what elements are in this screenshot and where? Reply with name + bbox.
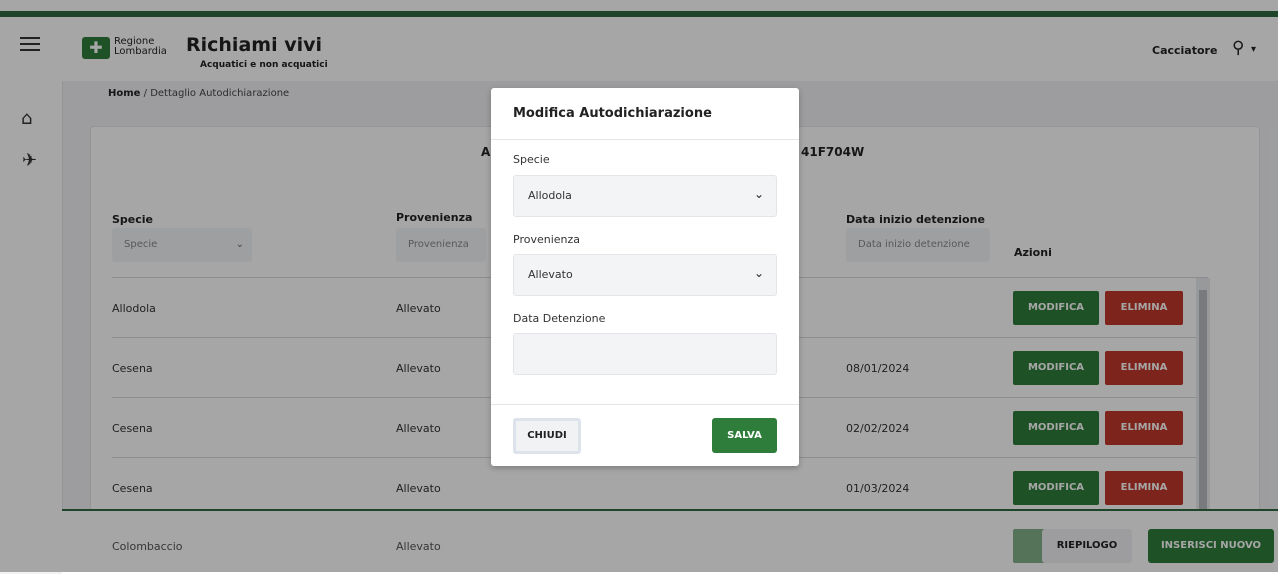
specie-select-value: Allodola — [528, 189, 572, 202]
modal-title: Modifica Autodichiarazione — [513, 106, 712, 121]
chevron-down-icon: ⌄ — [753, 266, 764, 280]
data-detenzione-label: Data Detenzione — [513, 312, 606, 325]
salva-button[interactable]: SALVA — [712, 418, 777, 453]
provenienza-select-value: Allevato — [528, 268, 573, 281]
provenienza-label: Provenienza — [513, 233, 581, 246]
chiudi-button[interactable]: CHIUDI — [513, 418, 581, 454]
modifica-modal: Modifica Autodichiarazione Specie Allodo… — [491, 88, 799, 466]
data-detenzione-input[interactable] — [513, 333, 777, 375]
specie-select[interactable]: Allodola ⌄ — [513, 175, 777, 217]
modal-footer-divider — [491, 404, 799, 405]
modal-divider — [491, 139, 799, 140]
provenienza-select[interactable]: Allevato ⌄ — [513, 254, 777, 296]
chevron-down-icon: ⌄ — [753, 187, 764, 201]
specie-label: Specie — [513, 153, 550, 166]
